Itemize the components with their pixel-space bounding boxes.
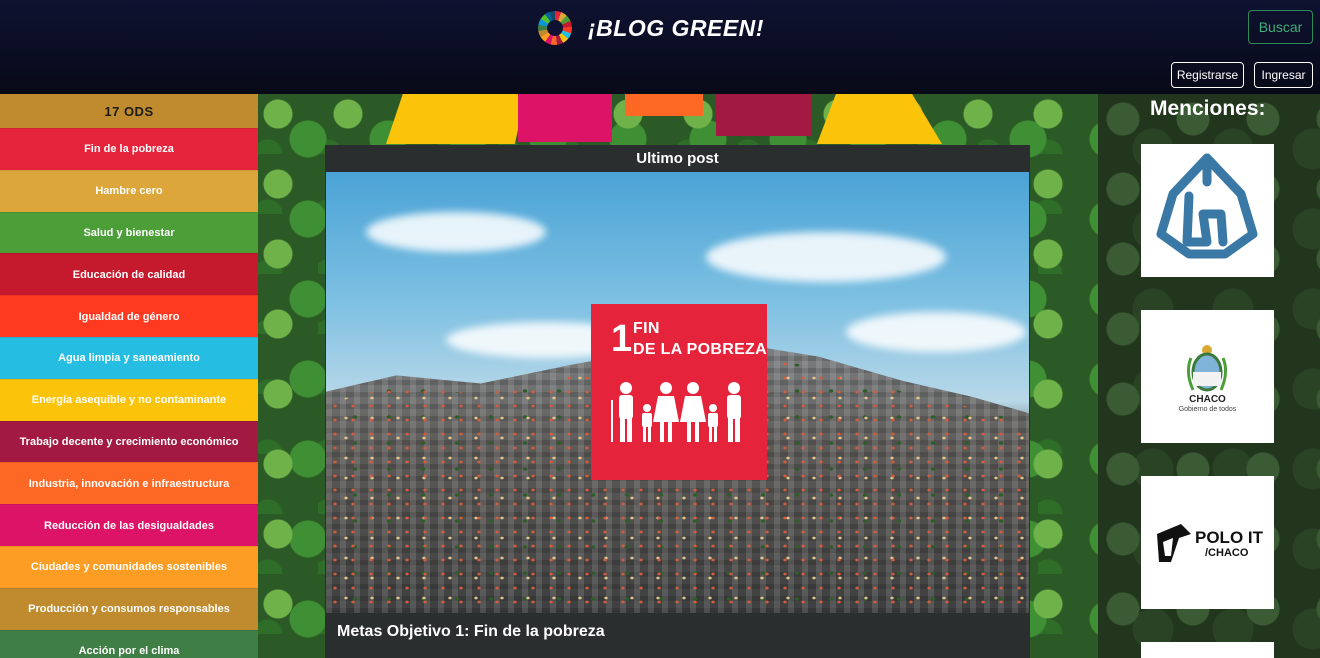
chaco-coat-of-arms-icon — [1186, 345, 1228, 392]
sdg-tile-decoration — [625, 94, 703, 116]
sdg-badge-line2: DE LA POBREZA — [633, 341, 767, 358]
sdg-tile-decoration — [386, 94, 526, 144]
sidebar-item-ods-6[interactable]: Agua limpia y saneamiento — [0, 336, 258, 379]
sdg-badge-line1: FIN — [633, 320, 660, 337]
latest-post-card[interactable]: Ultimo post 1 FIN DE LA POBREZA Metas Ob… — [325, 145, 1030, 658]
sdg-wheel-icon — [538, 11, 572, 45]
sidebar-item-ods-10[interactable]: Reducción de las desigualdades — [0, 504, 258, 546]
sidebar-item-ods-8[interactable]: Trabajo decente y crecimiento económico — [0, 420, 258, 463]
sidebar-item-ods-1[interactable]: Fin de la pobreza — [0, 128, 258, 170]
mention-card[interactable]: POLO IT /CHACO — [1141, 476, 1274, 609]
sdg-1-badge: 1 FIN DE LA POBREZA — [591, 304, 767, 480]
sdg-tile-decoration — [518, 94, 612, 142]
sidebar-item-ods-3[interactable]: Salud y bienestar — [0, 211, 258, 254]
mention-card[interactable] — [1141, 642, 1274, 658]
sidebar-title: 17 ODS — [0, 94, 258, 128]
family-icon — [611, 382, 741, 442]
sdg-badge-label: FIN DE LA POBREZA — [633, 318, 767, 360]
login-button[interactable]: Ingresar — [1254, 62, 1313, 88]
brand-title: ¡BLOG GREEN! — [588, 14, 764, 41]
post-image[interactable]: 1 FIN DE LA POBREZA — [326, 172, 1029, 613]
ods-list: Fin de la pobreza Hambre cero Salud y bien… — [0, 128, 258, 658]
institution-logo-icon — [1156, 153, 1258, 259]
mention-line1: POLO IT — [1195, 528, 1263, 547]
mentions-title: Menciones: — [1150, 97, 1266, 120]
sidebar-item-ods-12[interactable]: Producción y consumos responsables — [0, 587, 258, 630]
sdg-badge-number: 1 — [611, 318, 633, 360]
post-section-heading: Ultimo post — [636, 149, 719, 167]
mention-tagline: Gobierno de todos — [1178, 406, 1237, 413]
post-title[interactable]: Metas Objetivo 1: Fin de la pobreza — [337, 623, 605, 641]
mention-line2: /CHACO — [1205, 547, 1249, 559]
mention-name: CHACO — [1189, 394, 1226, 405]
sdg-tile-decoration — [716, 94, 812, 136]
register-button[interactable]: Registrarse — [1171, 62, 1244, 88]
sidebar-item-ods-2[interactable]: Hambre cero — [0, 169, 258, 212]
mention-card[interactable] — [1141, 144, 1274, 277]
search-button[interactable]: Buscar — [1248, 10, 1313, 44]
top-navbar: ¡BLOG GREEN! Buscar Registrarse Ingresar — [0, 0, 1320, 94]
sidebar-item-ods-13[interactable]: Acción por el clima — [0, 629, 258, 658]
brand[interactable]: ¡BLOG GREEN! — [538, 10, 764, 46]
sidebar-item-ods-9[interactable]: Industria, innovación e infraestructura — [0, 462, 258, 505]
mention-card[interactable]: CHACO Gobierno de todos — [1141, 310, 1274, 443]
sidebar-item-ods-4[interactable]: Educación de calidad — [0, 253, 258, 296]
ods-sidebar: 17 ODS Fin de la pobreza Hambre cero Salud… — [0, 94, 258, 658]
sidebar-item-ods-11[interactable]: Ciudades y comunidades sostenibles — [0, 545, 258, 588]
sidebar-item-ods-5[interactable]: Igualdad de género — [0, 295, 258, 337]
sidebar-item-ods-7[interactable]: Energía asequible y no contaminante — [0, 378, 258, 421]
